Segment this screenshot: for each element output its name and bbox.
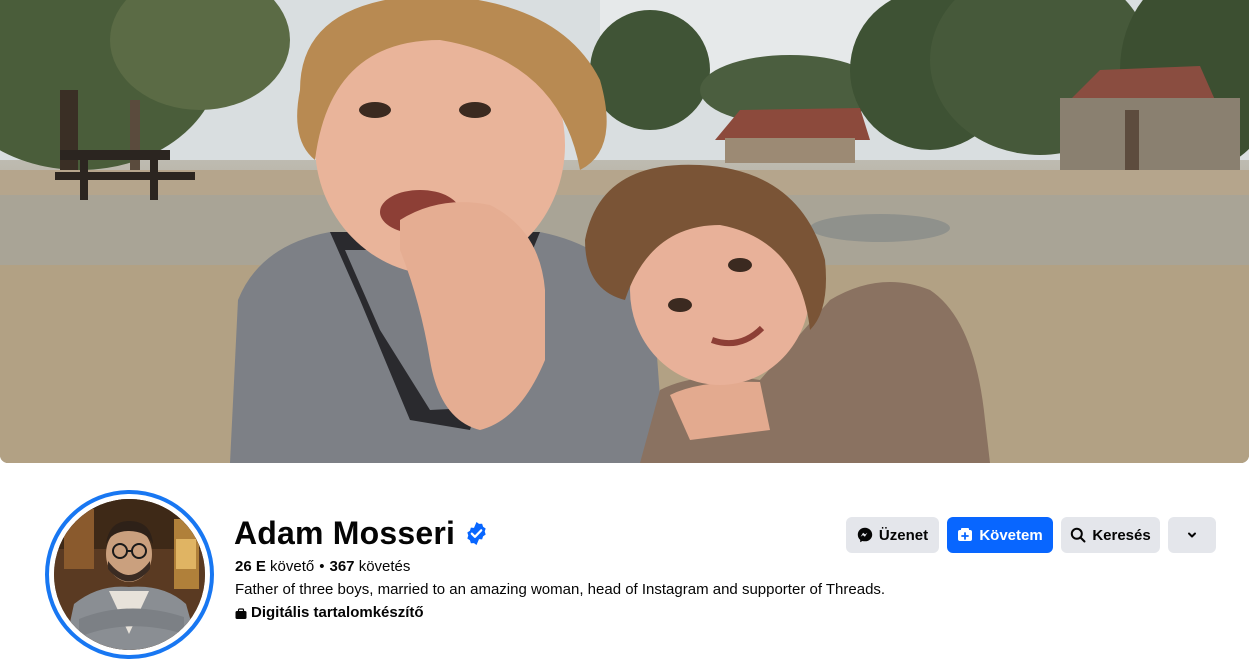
profile-name-row: Adam Mosseri bbox=[234, 513, 489, 553]
messenger-icon bbox=[857, 527, 873, 543]
profile-page: Adam Mosseri 26 E követő • 367 követés F… bbox=[0, 0, 1251, 660]
stats-separator: • bbox=[319, 558, 325, 575]
profile-bio: Father of three boys, married to an amaz… bbox=[235, 581, 886, 598]
profile-avatar[interactable] bbox=[45, 490, 214, 659]
search-icon bbox=[1070, 527, 1086, 543]
message-button[interactable]: Üzenet bbox=[846, 517, 939, 553]
profile-name: Adam Mosseri bbox=[234, 515, 456, 551]
followers-label: követő bbox=[270, 558, 315, 575]
profile-category: Digitális tartalomkészítő bbox=[235, 604, 424, 621]
following-label: követés bbox=[358, 558, 411, 575]
avatar-illustration bbox=[54, 499, 205, 650]
follow-button[interactable]: Követem bbox=[947, 517, 1053, 553]
cover-photo[interactable] bbox=[0, 0, 1249, 463]
search-button-label: Keresés bbox=[1092, 526, 1151, 544]
search-button[interactable]: Keresés bbox=[1061, 517, 1160, 553]
follow-icon bbox=[957, 527, 973, 543]
follow-button-label: Követem bbox=[979, 526, 1043, 544]
chevron-down-icon bbox=[1186, 529, 1198, 541]
category-icon bbox=[235, 607, 247, 619]
avatar-photo bbox=[54, 499, 205, 650]
cover-photo-illustration bbox=[0, 0, 1249, 463]
following-link[interactable]: 367 követés bbox=[330, 558, 411, 575]
followers-link[interactable]: 26 E követő bbox=[235, 558, 314, 575]
verified-badge-icon[interactable] bbox=[464, 521, 489, 546]
followers-count: 26 E bbox=[235, 558, 266, 575]
profile-actions: Üzenet Követem Keresés bbox=[846, 517, 1216, 553]
more-options-button[interactable] bbox=[1168, 517, 1216, 553]
message-button-label: Üzenet bbox=[878, 526, 929, 544]
following-count: 367 bbox=[329, 558, 355, 575]
profile-stats: 26 E követő • 367 követés bbox=[235, 558, 410, 575]
category-label: Digitális tartalomkészítő bbox=[251, 604, 424, 621]
